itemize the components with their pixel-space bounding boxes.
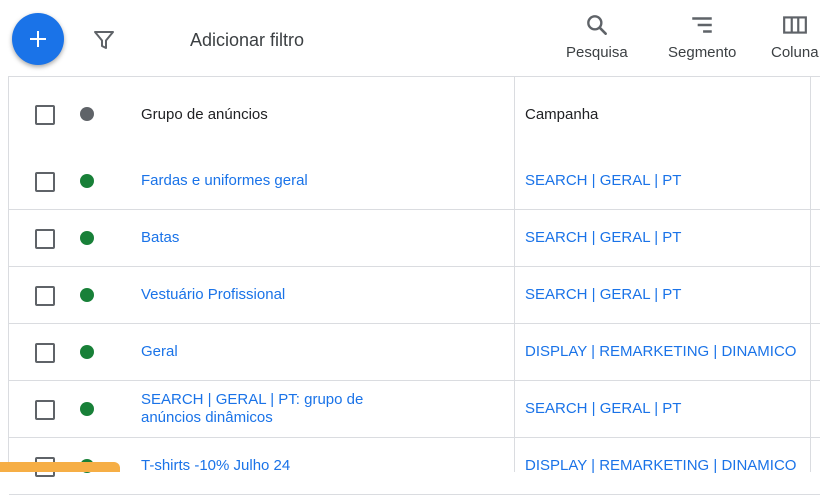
plus-icon [30,31,46,47]
ad-group-link[interactable]: Geral [141,343,178,361]
campaign-link[interactable]: SEARCH | GERAL | PT [525,286,681,304]
ad-group-link[interactable]: Vestuário Profissional [141,286,285,304]
select-all-checkbox[interactable] [35,105,55,125]
row-checkbox[interactable] [35,172,55,192]
ad-groups-table: Grupo de anúncios Campanha Fardas e unif… [8,76,820,495]
table-row: Batas SEARCH | GERAL | PT [9,210,820,267]
search-icon [587,15,607,35]
campaign-link[interactable]: SEARCH | GERAL | PT [525,172,681,190]
campaign-link[interactable]: DISPLAY | REMARKETING | DINAMICO [525,343,796,361]
campaign-link[interactable]: SEARCH | GERAL | PT [525,229,681,247]
ad-group-link[interactable]: Batas [141,229,179,247]
segment-icon [692,17,712,33]
status-header-icon[interactable] [80,107,94,121]
filter-icon[interactable] [92,28,116,52]
columns-tool-button[interactable]: Coluna [771,12,819,61]
add-filter-button[interactable]: Adicionar filtro [190,30,304,51]
status-enabled-icon[interactable] [80,345,94,359]
columns-icon [782,16,807,34]
status-enabled-icon[interactable] [80,402,94,416]
search-tool-label: Pesquisa [566,44,628,61]
columns-tool-label: Coluna [771,44,819,61]
ad-group-link[interactable]: T-shirts -10% Julho 24 [141,457,290,475]
campaign-link[interactable]: DISPLAY | REMARKETING | DINAMICO [525,457,796,475]
segment-tool-label: Segmento [668,44,737,61]
row-checkbox[interactable] [35,286,55,306]
header-ad-group[interactable]: Grupo de anúncios [141,106,268,124]
table-row: Fardas e uniformes geral SEARCH | GERAL … [9,153,820,210]
ad-group-link[interactable]: Fardas e uniformes geral [141,172,308,190]
add-button[interactable] [12,13,64,65]
status-enabled-icon[interactable] [80,231,94,245]
column-divider[interactable] [810,76,811,472]
column-divider[interactable] [514,76,515,472]
ad-group-link[interactable]: SEARCH | GERAL | PT: grupo de anúncios d… [141,391,381,427]
segment-tool-button[interactable]: Segmento [668,12,736,61]
header-campaign[interactable]: Campanha [525,106,598,124]
table-row: Geral DISPLAY | REMARKETING | DINAMICO [9,324,820,381]
status-enabled-icon[interactable] [80,174,94,188]
search-tool-button[interactable]: Pesquisa [566,12,628,61]
table-toolbar: Adicionar filtro Pesquisa Segmento Colun… [0,0,820,76]
table-row: Vestuário Profissional SEARCH | GERAL | … [9,267,820,324]
row-checkbox[interactable] [35,400,55,420]
status-enabled-icon[interactable] [80,288,94,302]
table-row: SEARCH | GERAL | PT: grupo de anúncios d… [9,381,820,438]
notification-bar[interactable] [0,462,120,472]
table-row: T-shirts -10% Julho 24 DISPLAY | REMARKE… [9,438,820,495]
campaign-link[interactable]: SEARCH | GERAL | PT [525,400,681,418]
row-checkbox[interactable] [35,343,55,363]
row-checkbox[interactable] [35,229,55,249]
table-header-row: Grupo de anúncios Campanha [9,76,820,155]
